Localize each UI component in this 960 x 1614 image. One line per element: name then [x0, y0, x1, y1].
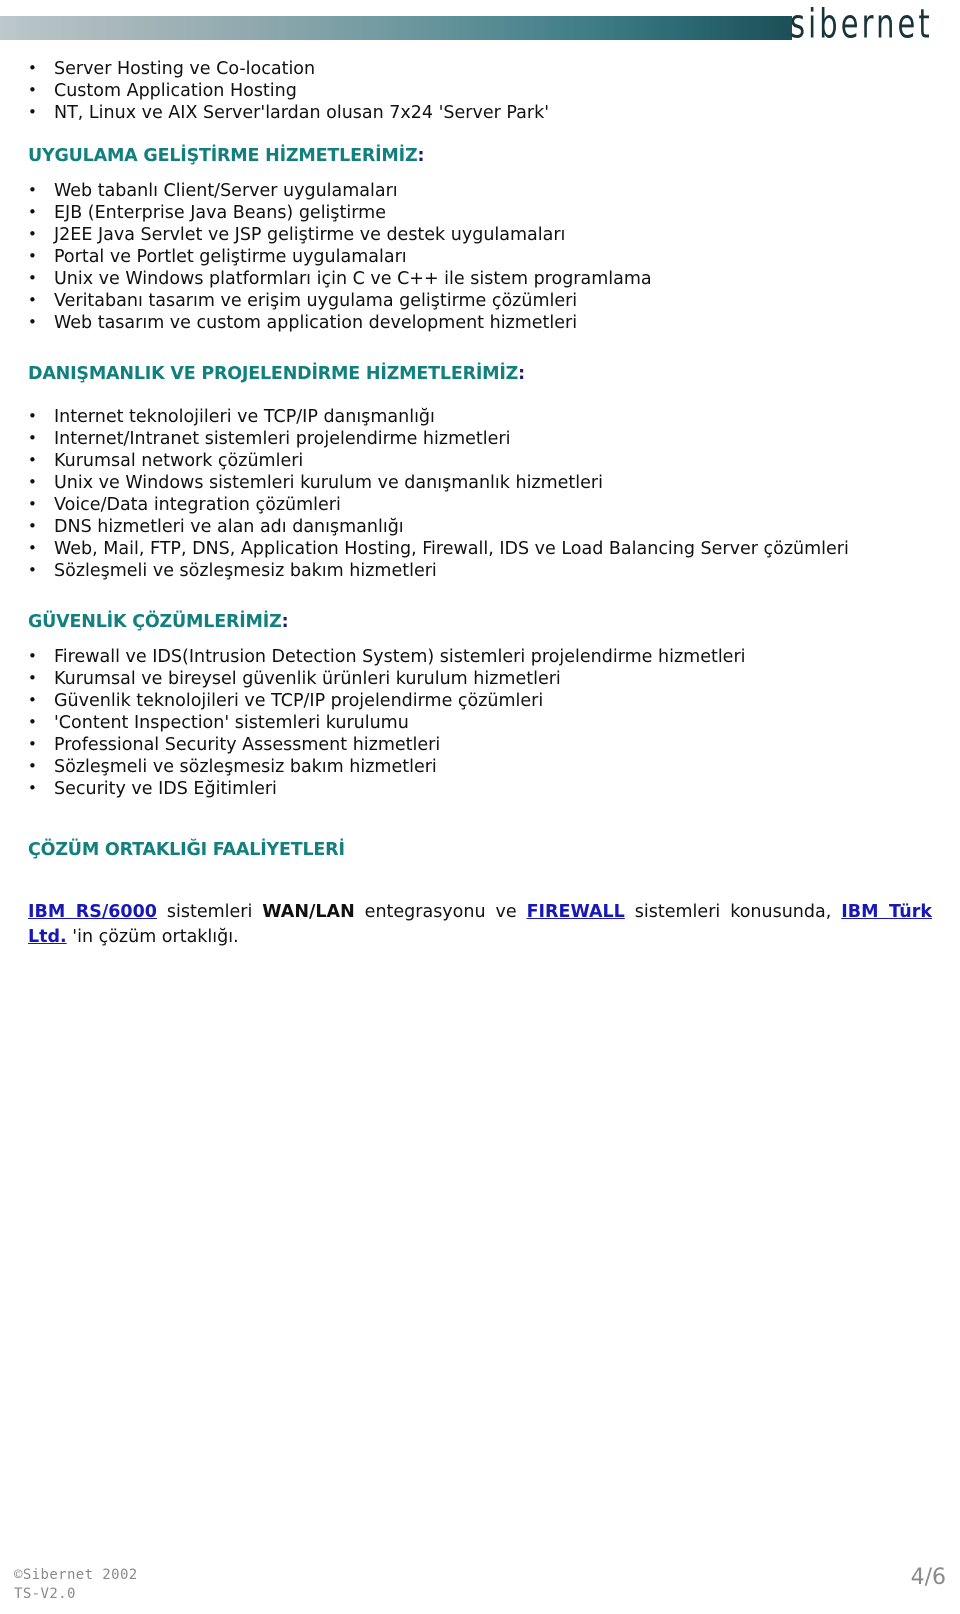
- list-item: Unix ve Windows platformları için C ve C…: [14, 267, 946, 290]
- section-heading-colon: :: [281, 612, 289, 632]
- list-item: Güvenlik teknolojileri ve TCP/IP projele…: [14, 689, 946, 712]
- list-item: Internet teknolojileri ve TCP/IP danışma…: [14, 405, 946, 428]
- section-heading-text: GÜVENLİK ÇÖZÜMLERİMİZ: [28, 612, 282, 632]
- footer-version: TS-V2.0: [14, 1586, 76, 1602]
- section-heading-security: GÜVENLİK ÇÖZÜMLERİMİZ:: [14, 612, 946, 632]
- partnership-text-2: entegrasyonu ve: [354, 901, 527, 922]
- list-item: NT, Linux ve AIX Server'lardan olusan 7x…: [14, 101, 946, 124]
- list-item: J2EE Java Servlet ve JSP geliştirme ve d…: [14, 223, 946, 246]
- list-item: Voice/Data integration çözümleri: [14, 493, 946, 516]
- list-item: EJB (Enterprise Java Beans) geliştirme: [14, 201, 946, 224]
- section-heading-consulting: DANIŞMANLIK VE PROJELENDİRME HİZMETLERİM…: [14, 364, 946, 384]
- list-item: Sözleşmeli ve sözleşmesiz bakım hizmetle…: [14, 559, 946, 582]
- list-item: Web, Mail, FTP, DNS, Application Hosting…: [14, 537, 946, 560]
- section-heading-text: DANIŞMANLIK VE PROJELENDİRME HİZMETLERİM…: [28, 364, 519, 384]
- list-item: Firewall ve IDS(Intrusion Detection Syst…: [14, 645, 946, 668]
- footer-copyright: ©Sibernet 2002: [14, 1567, 138, 1583]
- link-ibm-rs6000[interactable]: IBM RS/6000: [28, 902, 157, 922]
- section-heading-partnership: ÇÖZÜM ORTAKLIĞI FAALİYETLERİ: [28, 840, 345, 860]
- section-heading-application-development: UYGULAMA GELİŞTİRME HİZMETLERİMİZ:: [14, 146, 946, 166]
- list-item: Veritabanı tasarım ve erişim uygulama ge…: [14, 289, 946, 312]
- list-item: DNS hizmetleri ve alan adı danışmanlığı: [14, 515, 946, 538]
- page-header: sibernet: [0, 0, 960, 58]
- footer-copyright-block: ©Sibernet 2002 TS-V2.0: [14, 1566, 138, 1604]
- hosting-services-list: Server Hosting ve Co-location Custom App…: [14, 57, 946, 124]
- list-item: Security ve IDS Eğitimleri: [14, 777, 946, 800]
- consulting-services-list: Internet teknolojileri ve TCP/IP danışma…: [14, 405, 946, 582]
- sibernet-logo: sibernet: [790, 0, 933, 48]
- section-heading-text: UYGULAMA GELİŞTİRME HİZMETLERİMİZ: [28, 146, 418, 166]
- list-item: Sözleşmeli ve sözleşmesiz bakım hizmetle…: [14, 755, 946, 778]
- list-item: Web tasarım ve custom application develo…: [14, 311, 946, 334]
- security-solutions-list: Firewall ve IDS(Intrusion Detection Syst…: [14, 645, 946, 800]
- page-footer: ©Sibernet 2002 TS-V2.0 4/6: [0, 1566, 960, 1604]
- partnership-text-3: sistemleri konusunda,: [624, 901, 842, 922]
- partnership-text-1: sistemleri: [156, 901, 263, 922]
- header-gradient-bar: [0, 16, 792, 40]
- partnership-bold-wanlan: WAN/LAN: [262, 901, 355, 922]
- list-item: Professional Security Assessment hizmetl…: [14, 733, 946, 756]
- section-heading-colon: :: [417, 146, 425, 166]
- partnership-paragraph: IBM RS/6000 sistemleri WAN/LAN entegrasy…: [14, 900, 946, 950]
- list-item: Kurumsal network çözümleri: [14, 449, 946, 472]
- link-firewall[interactable]: FIREWALL: [527, 902, 625, 922]
- list-item: Kurumsal ve bireysel güvenlik ürünleri k…: [14, 667, 946, 690]
- list-item: Web tabanlı Client/Server uygulamaları: [14, 179, 946, 202]
- list-item: Server Hosting ve Co-location: [14, 57, 946, 80]
- partnership-text-4: 'in çözüm ortaklığı.: [66, 926, 239, 947]
- list-item: Custom Application Hosting: [14, 79, 946, 102]
- application-development-list: Web tabanlı Client/Server uygulamaları E…: [14, 179, 946, 334]
- list-item: Internet/Intranet sistemleri projelendir…: [14, 427, 946, 450]
- list-item: Portal ve Portlet geliştirme uygulamalar…: [14, 245, 946, 268]
- list-item: 'Content Inspection' sistemleri kurulumu: [14, 711, 946, 734]
- section-heading-colon: :: [518, 364, 525, 384]
- document-content: Server Hosting ve Co-location Custom App…: [0, 57, 960, 950]
- list-item: Unix ve Windows sistemleri kurulum ve da…: [14, 471, 946, 494]
- page-number: 4/6: [910, 1565, 946, 1590]
